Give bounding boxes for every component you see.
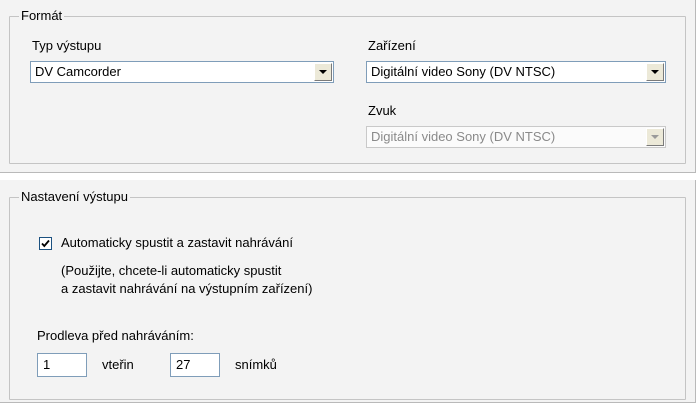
delay-label: Prodleva před nahráváním: <box>37 328 194 343</box>
seconds-input[interactable]: 1 <box>37 353 87 377</box>
audio-value: Digitální video Sony (DV NTSC) <box>371 129 556 144</box>
frames-unit-label: snímků <box>235 357 277 372</box>
hint-text-line1: (Použijte, chcete-li automaticky spustit <box>61 263 282 278</box>
format-group-title: Formát <box>19 8 65 24</box>
output-settings-group-title: Nastavení výstupu <box>19 189 130 205</box>
device-value: Digitální video Sony (DV NTSC) <box>371 64 556 79</box>
auto-record-checkbox[interactable] <box>39 237 52 250</box>
hint-text-line2: a zastavit nahrávání na výstupním zaříze… <box>61 281 313 296</box>
audio-label: Zvuk <box>368 103 397 118</box>
auto-record-label[interactable]: Automaticky spustit a zastavit nahrávání <box>61 235 293 251</box>
checkmark-icon <box>41 239 50 248</box>
output-settings-panel: Nastavení výstupu Automaticky spustit a … <box>0 180 696 403</box>
device-label: Zařízení <box>368 38 416 53</box>
chevron-down-icon[interactable] <box>314 63 332 81</box>
output-type-value: DV Camcorder <box>35 64 121 79</box>
seconds-value: 1 <box>43 357 51 372</box>
frames-value: 27 <box>176 357 191 372</box>
audio-select: Digitální video Sony (DV NTSC) <box>366 126 666 148</box>
seconds-unit-label: vteřin <box>102 357 134 372</box>
output-type-label: Typ výstupu <box>32 38 102 53</box>
chevron-down-icon <box>646 128 664 146</box>
chevron-down-icon[interactable] <box>646 63 664 81</box>
output-type-select[interactable]: DV Camcorder <box>30 61 334 83</box>
format-panel: Formát Typ výstupu DV Camcorder Zařízení… <box>0 0 696 173</box>
frames-input[interactable]: 27 <box>170 353 220 377</box>
device-select[interactable]: Digitální video Sony (DV NTSC) <box>366 61 666 83</box>
